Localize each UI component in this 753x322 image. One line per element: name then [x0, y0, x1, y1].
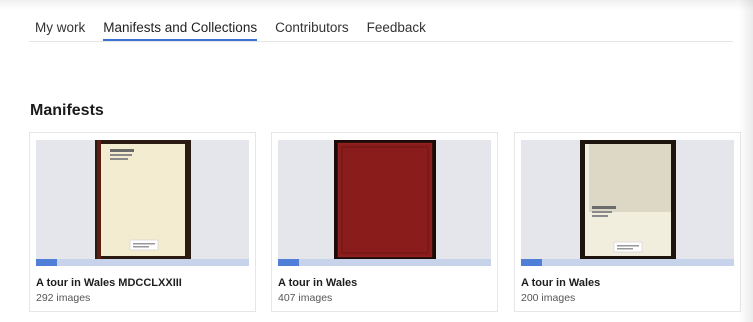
tab-feedback[interactable]: Feedback	[367, 14, 426, 41]
manifest-thumbnail[interactable]	[36, 140, 249, 266]
manifest-grid: A tour in Wales MDCCLXXIII 292 images A …	[29, 132, 741, 312]
progress-fill	[278, 259, 300, 266]
progress-bar	[36, 259, 249, 266]
book-cover-image	[580, 140, 676, 260]
manifest-title[interactable]: A tour in Wales	[521, 277, 600, 289]
top-shadow	[0, 0, 753, 10]
manifest-image-count: 407 images	[278, 292, 333, 304]
manifest-card[interactable]: A tour in Wales 407 images	[271, 132, 498, 312]
book-cover-image	[95, 140, 191, 260]
progress-fill	[521, 259, 543, 266]
manifest-thumbnail[interactable]	[521, 140, 734, 266]
progress-fill	[36, 259, 58, 266]
manifest-title[interactable]: A tour in Wales	[278, 277, 357, 289]
section-heading-manifests: Manifests	[30, 102, 104, 119]
tab-bar: My work Manifests and Collections Contri…	[29, 14, 733, 42]
manifest-card[interactable]: A tour in Wales 200 images	[514, 132, 741, 312]
manifest-image-count: 200 images	[521, 292, 576, 304]
manifest-thumbnail[interactable]	[278, 140, 491, 266]
manifest-image-count: 292 images	[36, 292, 91, 304]
app-frame: My work Manifests and Collections Contri…	[0, 0, 753, 322]
progress-bar	[521, 259, 734, 266]
tab-manifests-and-collections[interactable]: Manifests and Collections	[103, 14, 258, 41]
edge-shadow	[739, 0, 753, 322]
tab-contributors[interactable]: Contributors	[275, 14, 349, 41]
manifest-card[interactable]: A tour in Wales MDCCLXXIII 292 images	[29, 132, 256, 312]
tab-my-work[interactable]: My work	[35, 14, 85, 41]
manifest-title[interactable]: A tour in Wales MDCCLXXIII	[36, 277, 182, 289]
progress-bar	[278, 259, 491, 266]
book-cover-image	[334, 140, 436, 260]
